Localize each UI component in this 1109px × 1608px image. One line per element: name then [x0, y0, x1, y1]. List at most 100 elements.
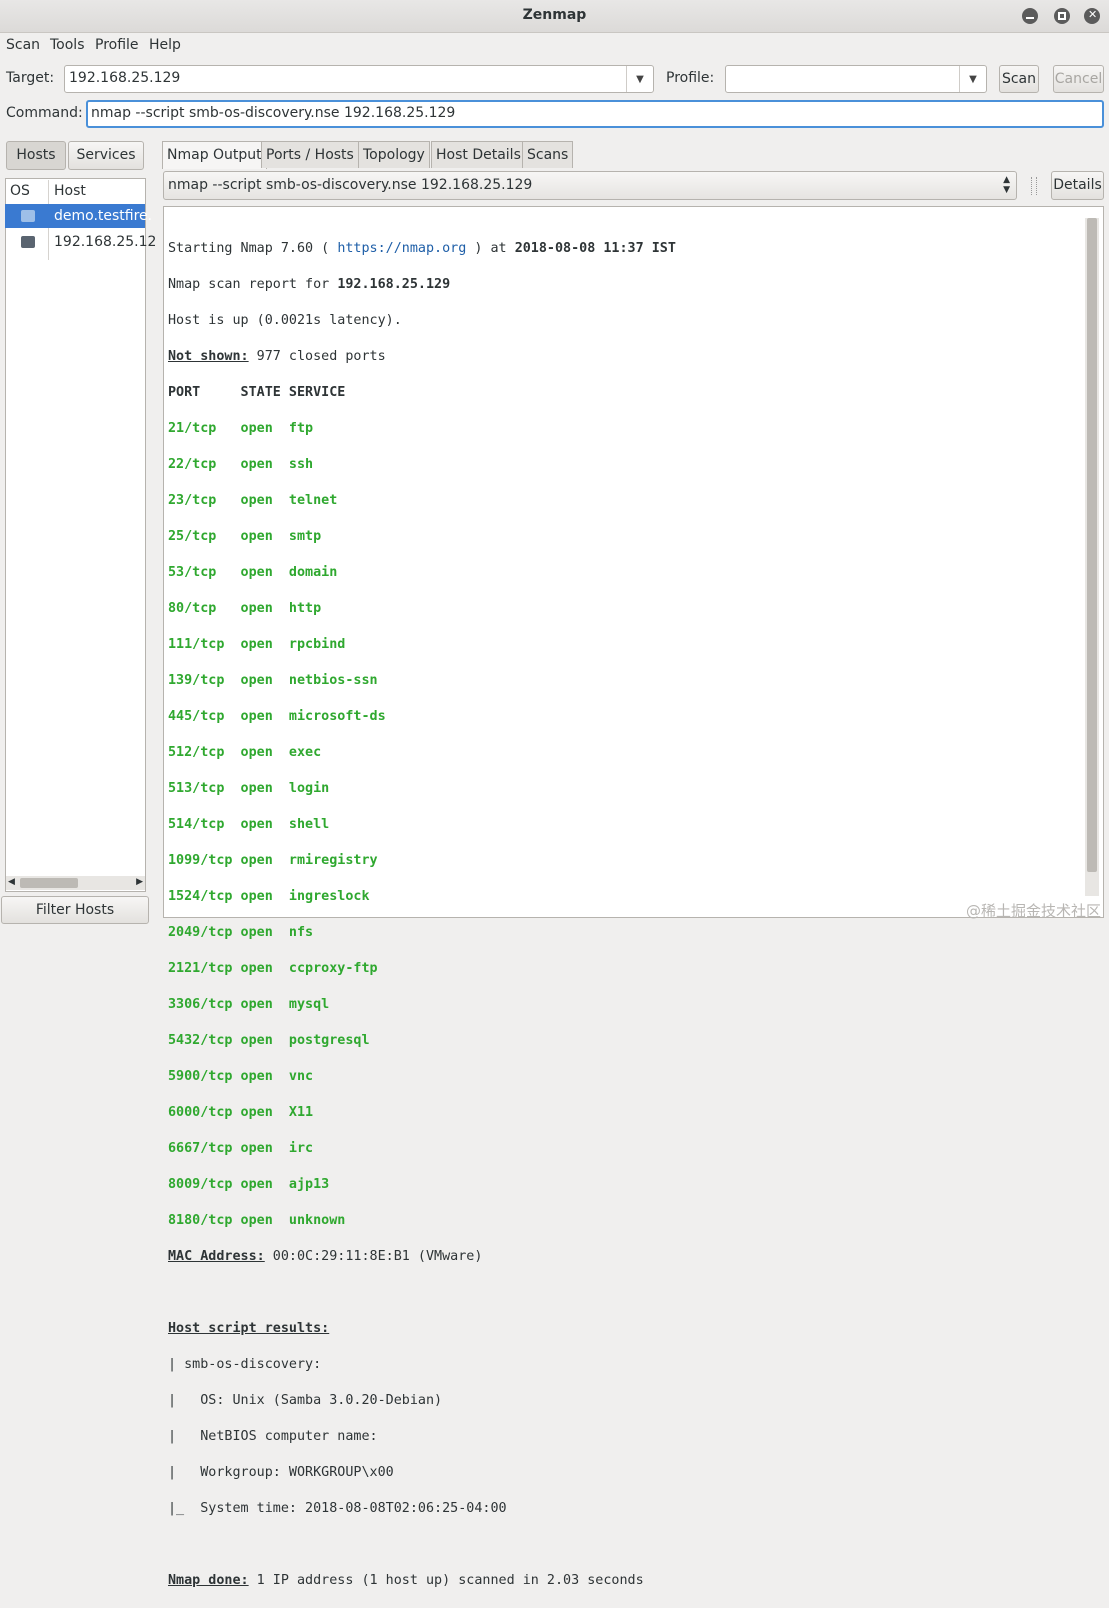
- output-text: Nmap scan report for: [168, 277, 338, 292]
- nmap-link[interactable]: https://nmap.org: [337, 241, 466, 256]
- output-line-notshown: Not shown: 977 closed ports: [168, 348, 676, 366]
- output-line-report: Nmap scan report for 192.168.25.129: [168, 276, 676, 294]
- script-line: | OS: Unix (Samba 3.0.20-Debian): [168, 1393, 443, 1408]
- tab-ports-hosts[interactable]: Ports / Hosts: [261, 141, 359, 168]
- port-row: 512/tcp open exec: [168, 745, 322, 760]
- script-line: |_ System time: 2018-08-08T02:06:25-04:0…: [168, 1501, 507, 1516]
- column-os[interactable]: OS: [10, 183, 30, 199]
- scrollbar-thumb[interactable]: [1087, 218, 1097, 872]
- script-results-label: Host script results:: [168, 1321, 330, 1336]
- scan-button[interactable]: Scan: [999, 65, 1039, 93]
- port-row: 21/tcp open ftp: [168, 421, 314, 436]
- target-label: Target:: [6, 70, 55, 86]
- port-row: 6000/tcp open X11: [168, 1105, 314, 1120]
- tab-nmap-output[interactable]: Nmap Output: [162, 141, 267, 169]
- port-row: 5432/tcp open postgresql: [168, 1033, 370, 1048]
- command-label: Command:: [6, 105, 83, 121]
- done-value: 1 IP address (1 host up) scanned in 2.03…: [248, 1573, 644, 1588]
- menu-bar: Scan Tools Profile Help: [0, 32, 1109, 58]
- profile-label: Profile:: [666, 70, 715, 86]
- profile-dropdown-icon[interactable]: ▼: [959, 66, 986, 92]
- scrollbar-thumb[interactable]: [20, 878, 78, 888]
- output-text: 977 closed ports: [248, 349, 386, 364]
- port-row: 1099/tcp open rmiregistry: [168, 853, 378, 868]
- details-button[interactable]: Details: [1051, 171, 1104, 200]
- menu-scan[interactable]: Scan: [6, 37, 40, 53]
- port-row: 514/tcp open shell: [168, 817, 330, 832]
- target-input[interactable]: 192.168.25.129: [69, 70, 180, 86]
- host-os-icon: [21, 210, 35, 222]
- port-row: 5900/tcp open vnc: [168, 1069, 314, 1084]
- minimize-button[interactable]: [1022, 8, 1038, 24]
- updown-icon: ▲ ▼: [1003, 175, 1010, 195]
- output-vscrollbar[interactable]: [1085, 218, 1099, 896]
- tab-scans[interactable]: Scans: [522, 141, 574, 168]
- scan-start-time: 2018-08-08 11:37 IST: [514, 241, 676, 256]
- close-button[interactable]: ✕: [1084, 8, 1100, 24]
- port-row: 80/tcp open http: [168, 601, 322, 616]
- tab-host-details[interactable]: Host Details: [431, 141, 526, 168]
- output-line-start: Starting Nmap 7.60 ( https://nmap.org ) …: [168, 240, 676, 258]
- output-line-hostup: Host is up (0.0021s latency).: [168, 313, 402, 328]
- mac-value: 00:0C:29:11:8E:B1 (VMware): [264, 1249, 483, 1264]
- scroll-left-icon[interactable]: ◀: [8, 877, 15, 887]
- output-line-done: Nmap done: 1 IP address (1 host up) scan…: [168, 1572, 676, 1590]
- host-list-hscrollbar[interactable]: ◀ ▶: [6, 876, 145, 890]
- title-bar: Zenmap ✕: [0, 0, 1109, 33]
- output-line-script: Host script results:: [168, 1320, 676, 1338]
- host-list-panel: [5, 178, 146, 892]
- watermark: @稀土掘金技术社区: [965, 902, 1101, 920]
- host-row[interactable]: 192.168.25.12: [5, 230, 156, 254]
- command-input[interactable]: nmap --script smb-os-discovery.nse 192.1…: [91, 105, 455, 121]
- port-row: 8180/tcp open unknown: [168, 1213, 346, 1228]
- nmap-output-text: Starting Nmap 7.60 ( https://nmap.org ) …: [168, 222, 676, 1608]
- port-row: 2049/tcp open nfs: [168, 925, 314, 940]
- target-combobox[interactable]: 192.168.25.129 ▼: [64, 65, 654, 93]
- host-name: demo.testfire.: [54, 208, 153, 224]
- not-shown-label: Not shown:: [168, 349, 249, 364]
- scan-select-value: nmap --script smb-os-discovery.nse 192.1…: [168, 177, 533, 193]
- port-row: 139/tcp open netbios-ssn: [168, 673, 378, 688]
- port-row: 3306/tcp open mysql: [168, 997, 330, 1012]
- target-dropdown-icon[interactable]: ▼: [626, 66, 653, 92]
- filter-hosts-button[interactable]: Filter Hosts: [1, 896, 149, 924]
- scan-select[interactable]: nmap --script smb-os-discovery.nse 192.1…: [163, 171, 1017, 200]
- port-row: 8009/tcp open ajp13: [168, 1177, 330, 1192]
- host-os-icon: [21, 236, 35, 248]
- script-line: | NetBIOS computer name:: [168, 1429, 378, 1444]
- mac-label: MAC Address:: [168, 1249, 265, 1264]
- menu-profile[interactable]: Profile: [95, 37, 139, 53]
- output-line-mac: MAC Address: 00:0C:29:11:8E:B1 (VMware): [168, 1248, 676, 1266]
- menu-tools[interactable]: Tools: [50, 37, 85, 53]
- column-host[interactable]: Host: [54, 183, 86, 199]
- maximize-button[interactable]: [1054, 8, 1070, 24]
- host-row-selected[interactable]: demo.testfire.: [5, 204, 152, 228]
- port-row: 513/tcp open login: [168, 781, 330, 796]
- port-row: 2121/tcp open ccproxy-ftp: [168, 961, 378, 976]
- port-row: 445/tcp open microsoft-ds: [168, 709, 386, 724]
- port-row: 53/tcp open domain: [168, 565, 338, 580]
- port-row: 25/tcp open smtp: [168, 529, 322, 544]
- output-text: ) at: [466, 241, 515, 256]
- port-row: 111/tcp open rpcbind: [168, 637, 346, 652]
- host-name: 192.168.25.12: [54, 234, 157, 250]
- port-row: 1524/tcp open ingreslock: [168, 889, 370, 904]
- done-label: Nmap done:: [168, 1573, 249, 1588]
- grip-icon: [1031, 177, 1037, 195]
- tab-topology[interactable]: Topology: [358, 141, 430, 168]
- script-line: | smb-os-discovery:: [168, 1357, 322, 1372]
- menu-help[interactable]: Help: [149, 37, 181, 53]
- profile-combobox[interactable]: ▼: [725, 65, 987, 93]
- hosts-toggle-button[interactable]: Hosts: [6, 141, 66, 170]
- scroll-right-icon[interactable]: ▶: [136, 877, 143, 887]
- command-field[interactable]: nmap --script smb-os-discovery.nse 192.1…: [86, 100, 1104, 128]
- port-row: 6667/tcp open irc: [168, 1141, 314, 1156]
- output-text: Starting Nmap 7.60 (: [168, 241, 338, 256]
- services-toggle-button[interactable]: Services: [68, 141, 144, 170]
- script-line: | Workgroup: WORKGROUP\x00: [168, 1465, 394, 1480]
- cancel-button[interactable]: Cancel: [1053, 65, 1104, 93]
- port-table-header: PORT STATE SERVICE: [168, 385, 346, 400]
- port-row: 23/tcp open telnet: [168, 493, 338, 508]
